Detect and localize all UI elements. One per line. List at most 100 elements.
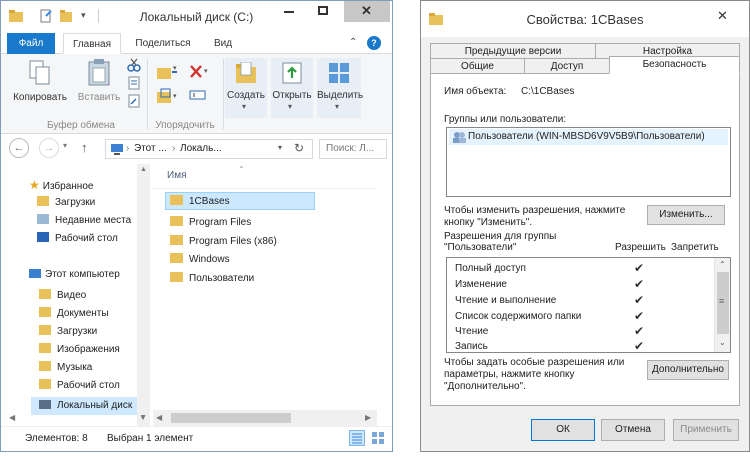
copy-to-icon[interactable]: ▾: [156, 88, 178, 104]
group-item[interactable]: Пользователи (WIN-MBSD6V9V5B9\Пользовате…: [449, 129, 728, 145]
scroll-left-icon[interactable]: ◀: [156, 413, 162, 422]
sort-indicator-icon: ⌃: [238, 165, 245, 174]
breadcrumb-this-pc[interactable]: Этот ...: [134, 143, 167, 154]
tab-home[interactable]: Главная: [63, 33, 121, 54]
nav-pictures[interactable]: Изображения: [39, 341, 120, 359]
file-row-1cbases[interactable]: 1CBases: [165, 192, 315, 210]
help-icon[interactable]: ?: [367, 36, 381, 50]
details-view-icon[interactable]: [349, 430, 365, 446]
collapse-ribbon-icon[interactable]: ⌃: [349, 37, 357, 48]
scroll-up-icon[interactable]: ⌃: [719, 260, 726, 269]
permissions-label-line1: Разрешения для группы: [444, 231, 557, 242]
nav-this-pc[interactable]: Этот компьютер: [29, 266, 120, 284]
scroll-thumb[interactable]: [171, 413, 291, 423]
svg-text:▾: ▾: [173, 64, 177, 72]
scroll-down-icon[interactable]: ⌄: [719, 338, 726, 347]
permissions-scrollbar[interactable]: ⌃ ≡ ⌄: [714, 258, 730, 352]
delete-icon[interactable]: ▾: [189, 64, 211, 80]
scroll-right-icon[interactable]: ▶: [365, 413, 371, 422]
column-header-name[interactable]: Имя: [167, 170, 186, 181]
file-row-program-files[interactable]: Program Files: [165, 214, 251, 232]
nav-scroll-left-icon[interactable]: ◀: [9, 413, 15, 422]
close-icon: ✕: [717, 8, 728, 23]
tab-file[interactable]: Файл: [7, 33, 55, 54]
advanced-button[interactable]: Дополнительно: [647, 360, 729, 380]
deny-column-header: Запретить: [671, 242, 719, 253]
address-dropdown-icon[interactable]: ▾: [278, 143, 282, 152]
copy-path-icon[interactable]: [127, 76, 141, 90]
tab-view[interactable]: Вид: [205, 33, 241, 54]
scroll-thumb[interactable]: ≡: [717, 272, 729, 334]
recent-locations-icon[interactable]: ▾: [63, 141, 67, 150]
dialog-close-button[interactable]: ✕: [701, 3, 745, 29]
close-button[interactable]: ✕: [344, 1, 390, 22]
scroll-up-icon[interactable]: ▲: [140, 166, 147, 173]
permission-row: Чтение: [455, 324, 488, 340]
tab-security[interactable]: Безопасность: [609, 56, 740, 74]
apply-button[interactable]: Применить: [673, 419, 739, 441]
nav-video[interactable]: Видео: [39, 287, 86, 305]
forward-icon[interactable]: →: [39, 138, 59, 158]
paste-shortcut-icon[interactable]: [127, 94, 141, 108]
cancel-button[interactable]: Отмена: [601, 419, 665, 441]
paste-button[interactable]: Вставить: [77, 58, 121, 108]
nav-scroll-down-icon[interactable]: ▼: [139, 413, 147, 422]
breadcrumb-local-disk[interactable]: Локаль...: [180, 143, 222, 154]
group-name: Пользователи (WIN-MBSD6V9V5B9\Пользовате…: [468, 131, 705, 142]
nav-documents[interactable]: Документы: [39, 305, 109, 323]
explorer-titlebar: ▾ Локальный диск (C:) ✕: [1, 1, 392, 31]
nav-desktop-pc[interactable]: Рабочий стол: [39, 377, 120, 395]
back-icon[interactable]: ←: [9, 138, 29, 158]
nav-local-disk-label: Локальный диск: [57, 400, 133, 411]
permissions-listbox[interactable]: Полный доступ ✔ Изменение ✔ Чтение и вып…: [446, 257, 731, 353]
ribbon-tabs: Файл Главная Поделиться Вид ⌃ ?: [1, 33, 392, 54]
permission-name: Изменение: [455, 279, 507, 290]
groups-listbox[interactable]: Пользователи (WIN-MBSD6V9V5B9\Пользовате…: [446, 127, 731, 197]
address-box[interactable]: › Этот ... › Локаль... ▾ ↻: [105, 139, 313, 159]
music-folder-icon: [39, 361, 51, 371]
large-icons-view-icon[interactable]: [371, 431, 385, 445]
minimize-button[interactable]: [272, 1, 306, 22]
file-row-users[interactable]: Пользователи: [165, 270, 254, 288]
nav-desktop[interactable]: Рабочий стол: [37, 230, 118, 248]
refresh-icon[interactable]: ↻: [294, 141, 304, 155]
nav-favorites[interactable]: ★ Избранное: [29, 176, 93, 194]
up-icon[interactable]: ↑: [81, 140, 88, 155]
file-row-program-files-x86[interactable]: Program Files (x86): [165, 233, 277, 251]
allow-check-icon: ✔: [634, 324, 645, 338]
horizontal-scrollbar[interactable]: ◀ ▶: [153, 410, 377, 426]
nav-downloads-pc[interactable]: Загрузки: [39, 323, 97, 341]
column-divider: [153, 188, 377, 189]
create-button[interactable]: Создать ▾: [225, 58, 267, 118]
nav-local-disk[interactable]: Локальный диск: [31, 397, 137, 415]
nav-music[interactable]: Музыка: [39, 359, 92, 377]
copy-button[interactable]: Копировать: [13, 58, 67, 108]
select-label: Выделить: [317, 90, 364, 101]
tab-previous-versions[interactable]: Предыдущие версии: [430, 43, 596, 59]
select-button[interactable]: Выделить ▾: [317, 58, 364, 118]
cut-icon[interactable]: [127, 58, 141, 72]
change-hint: Чтобы изменить разрешения, нажмите кнопк…: [444, 205, 626, 228]
file-name: Пользователи: [189, 273, 255, 284]
move-to-icon[interactable]: ▾: [156, 64, 178, 80]
properties-dialog: Свойства: 1CBases ✕ Предыдущие версии На…: [420, 0, 750, 452]
change-button[interactable]: Изменить...: [647, 205, 725, 225]
tab-share[interactable]: Поделиться: [129, 33, 197, 54]
nav-scrollbar[interactable]: ▲ ▼: [137, 164, 150, 426]
nav-downloads[interactable]: Загрузки: [37, 194, 95, 212]
tab-sharing[interactable]: Доступ: [524, 58, 610, 74]
tab-general[interactable]: Общие: [430, 58, 525, 74]
create-label: Создать: [226, 90, 265, 101]
open-button[interactable]: Открыть ▾: [271, 58, 313, 118]
rename-icon[interactable]: [189, 88, 207, 102]
nav-recent[interactable]: Недавние места: [37, 212, 131, 230]
advanced-hint: Чтобы задать особые разрешения или парам…: [444, 357, 625, 392]
folder-icon: [170, 235, 183, 245]
maximize-icon: [318, 6, 328, 15]
permissions-label-line2: "Пользователи": [444, 242, 517, 253]
permission-name: Список содержимого папки: [455, 311, 582, 322]
file-row-windows[interactable]: Windows: [165, 251, 230, 269]
search-input[interactable]: Поиск: Л...: [319, 139, 387, 159]
ok-button[interactable]: ОК: [531, 419, 595, 441]
maximize-button[interactable]: [306, 1, 340, 22]
